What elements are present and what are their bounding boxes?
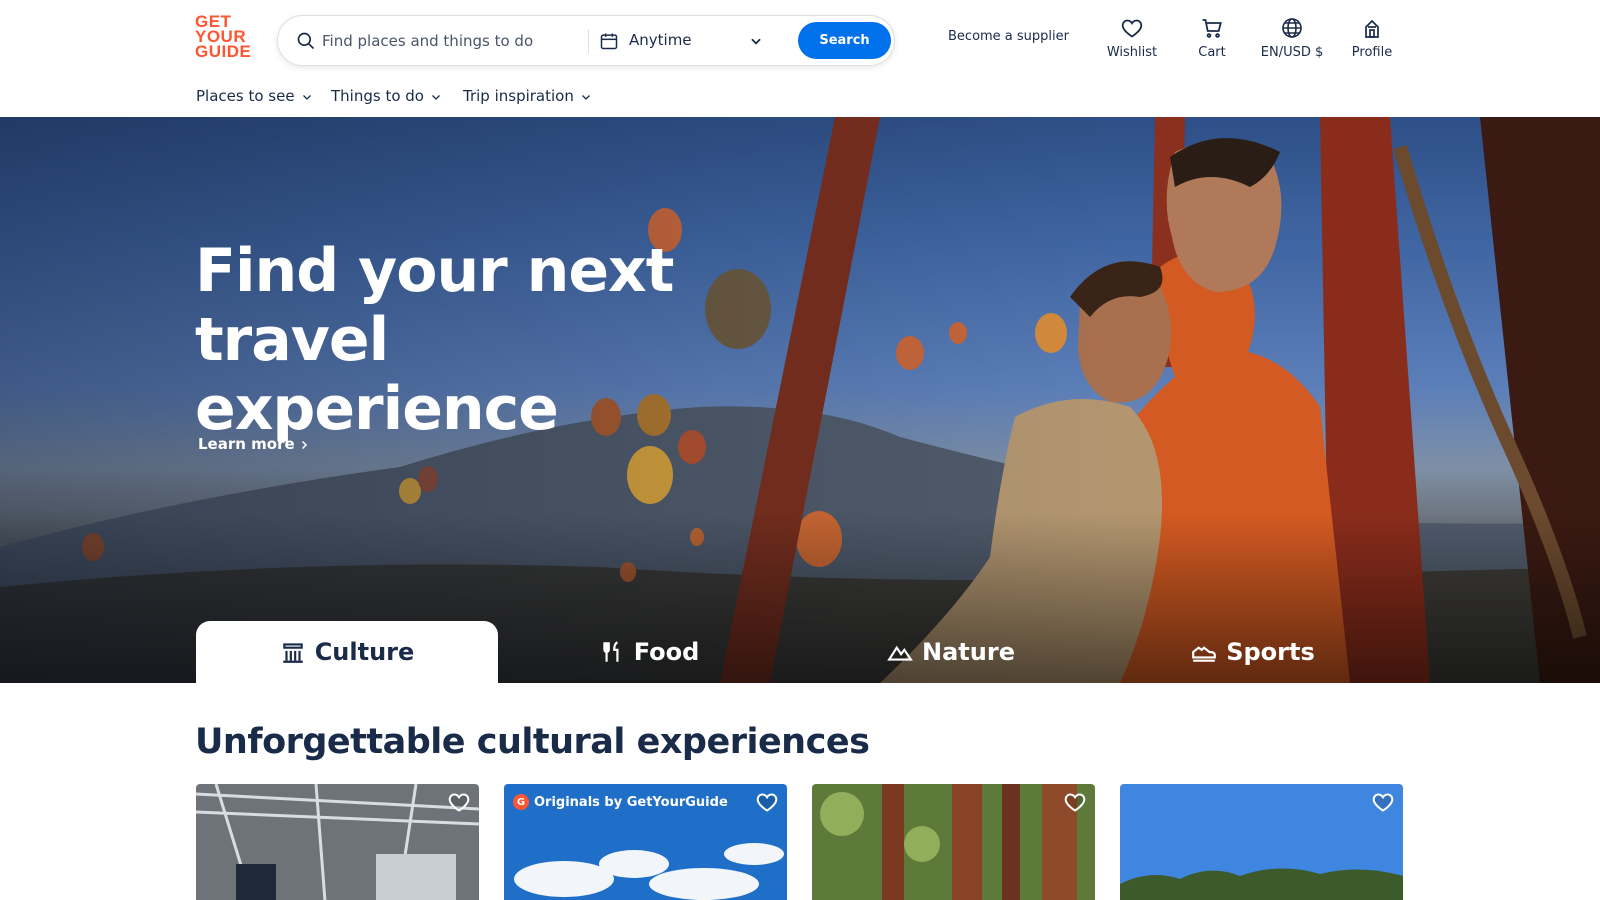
- chevron-right-icon: [301, 440, 307, 449]
- getyourguide-g-icon: G: [513, 794, 529, 810]
- subnav-label: Trip inspiration: [463, 87, 574, 105]
- subnav-places-to-see[interactable]: Places to see: [196, 87, 313, 105]
- chevron-down-icon: [581, 94, 590, 100]
- logo-line-3: GUIDE: [195, 42, 252, 61]
- tab-sports[interactable]: Sports: [1102, 621, 1404, 683]
- hero-banner: Find your next travel experience Learn m…: [0, 117, 1600, 683]
- become-supplier-link[interactable]: Become a supplier: [948, 29, 1069, 44]
- card-image-redwood-forest: [812, 784, 1095, 900]
- chevron-down-icon: [432, 94, 440, 100]
- profile-button[interactable]: Profile: [1332, 16, 1412, 60]
- subnav-trip-inspiration[interactable]: Trip inspiration: [463, 87, 592, 105]
- card-image-aircraft-hangar: [196, 784, 479, 900]
- fork-knife-icon: [603, 641, 619, 662]
- getyourguide-logo[interactable]: GET YOUR GUIDE: [195, 13, 255, 61]
- mountain-icon: [887, 645, 913, 661]
- cart-icon: [1202, 19, 1222, 38]
- subnav-things-to-do[interactable]: Things to do: [331, 87, 442, 105]
- hero-title-line-2: experience: [195, 374, 559, 444]
- tab-culture-label: Culture: [314, 638, 415, 666]
- hero-title: Find your next travel experience: [195, 237, 845, 444]
- museum-icon: [282, 643, 303, 663]
- tab-food-label: Food: [633, 638, 700, 666]
- originals-badge-label: Originals by GetYourGuide: [534, 794, 728, 810]
- date-select[interactable]: Anytime: [599, 26, 769, 56]
- cart-button[interactable]: Cart: [1172, 16, 1252, 60]
- tab-food[interactable]: Food: [498, 621, 800, 683]
- learn-more-link[interactable]: Learn more: [198, 435, 310, 453]
- chevron-down-icon: [751, 38, 761, 45]
- experience-card[interactable]: [1120, 784, 1403, 900]
- search-button[interactable]: Search: [798, 22, 891, 59]
- calendar-icon: [600, 33, 618, 50]
- subnav-label: Places to see: [196, 87, 295, 105]
- tab-sports-label: Sports: [1226, 638, 1315, 666]
- profile-icon: [1365, 19, 1379, 38]
- tab-nature-label: Nature: [922, 638, 1015, 666]
- date-label: Anytime: [629, 31, 692, 49]
- search-icon: [297, 32, 315, 50]
- search-input[interactable]: [322, 26, 577, 56]
- site-header: GET YOUR GUIDE Anytime Search Become a s…: [0, 0, 1600, 117]
- heart-icon[interactable]: [1371, 790, 1395, 814]
- experience-card[interactable]: G Originals by GetYourGuide: [504, 784, 787, 900]
- globe-icon: [1282, 18, 1302, 38]
- heart-icon[interactable]: [1063, 790, 1087, 814]
- language-currency-button[interactable]: EN/USD $: [1252, 16, 1332, 60]
- sneaker-icon: [1192, 646, 1217, 662]
- heart-icon[interactable]: [755, 790, 779, 814]
- profile-label: Profile: [1351, 45, 1393, 60]
- chevron-down-icon: [302, 94, 311, 100]
- wishlist-label: Wishlist: [1106, 45, 1158, 60]
- cart-label: Cart: [1198, 45, 1226, 60]
- subnav-label: Things to do: [331, 87, 424, 105]
- heart-icon[interactable]: [447, 790, 471, 814]
- tab-nature[interactable]: Nature: [800, 621, 1102, 683]
- originals-badge: G Originals by GetYourGuide: [513, 794, 728, 810]
- wishlist-button[interactable]: Wishlist: [1092, 16, 1172, 60]
- search-divider: [588, 29, 589, 53]
- experience-card[interactable]: [812, 784, 1095, 900]
- heart-icon: [1121, 19, 1143, 38]
- search-bar: Anytime Search: [277, 15, 895, 66]
- section-title: Unforgettable cultural experiences: [195, 722, 870, 762]
- experience-card[interactable]: [196, 784, 479, 900]
- tab-culture[interactable]: Culture: [196, 621, 498, 683]
- language-currency-label: EN/USD $: [1260, 45, 1324, 60]
- learn-more-label: Learn more: [198, 435, 295, 453]
- card-image-blue-sky-trees: [1120, 784, 1403, 900]
- hero-title-line-1: Find your next travel: [195, 236, 674, 375]
